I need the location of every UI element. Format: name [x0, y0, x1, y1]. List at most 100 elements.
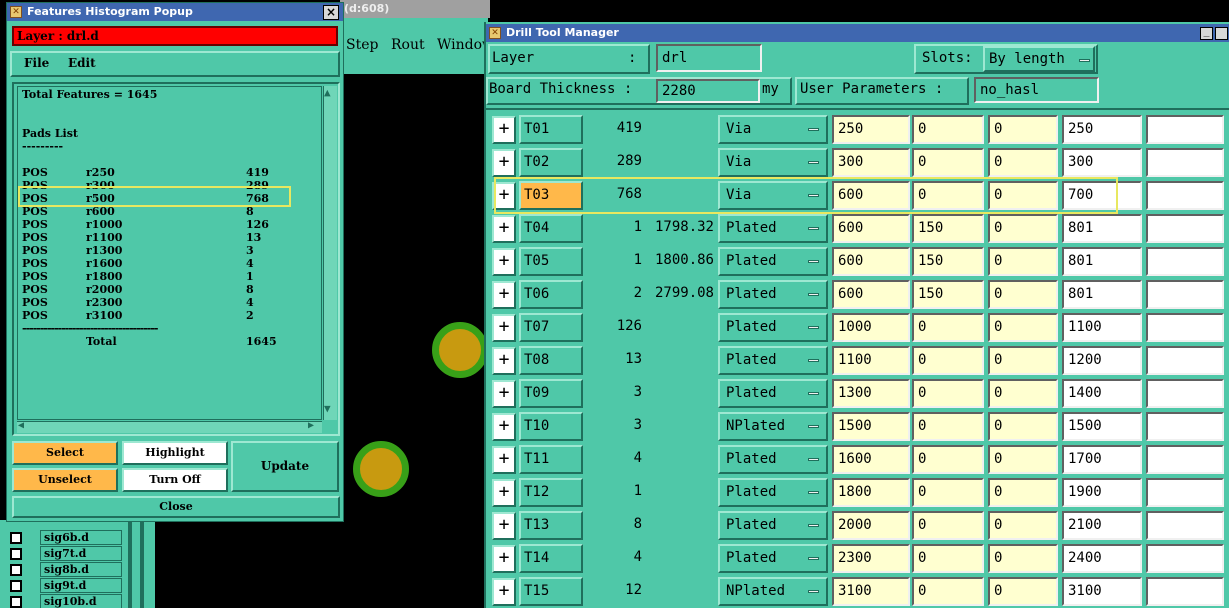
tool-tolerance-plus[interactable]: 0	[912, 544, 984, 573]
menu-file[interactable]: File	[24, 56, 49, 70]
layer-checkbox[interactable]	[10, 564, 22, 576]
tool-tolerance-plus[interactable]: 0	[912, 313, 984, 342]
histogram-horizontal-scrollbar[interactable]	[17, 421, 322, 433]
tool-name[interactable]: T06	[519, 280, 583, 309]
tool-name[interactable]: T02	[519, 148, 583, 177]
tool-drill-size[interactable]: 801	[1062, 280, 1142, 309]
tool-tolerance-minus[interactable]: 0	[988, 478, 1058, 507]
tool-finish-size[interactable]: 2000	[832, 511, 910, 540]
tool-drill-size[interactable]: 1900	[1062, 478, 1142, 507]
tool-extra-field[interactable]	[1146, 478, 1224, 507]
tool-tolerance-plus[interactable]: 0	[912, 346, 984, 375]
tool-tolerance-minus[interactable]: 0	[988, 313, 1058, 342]
window-menu-icon[interactable]: ✕	[10, 6, 22, 18]
layer-item[interactable]: sig7t.d	[40, 546, 122, 561]
layer-field[interactable]: drl	[656, 44, 762, 72]
layer-checkbox[interactable]	[10, 580, 22, 592]
scroll-up-icon[interactable]: ▲	[324, 86, 331, 99]
tool-drill-size[interactable]: 2400	[1062, 544, 1142, 573]
menu-edit[interactable]: Edit	[68, 56, 96, 70]
pads-list-row[interactable]: POS r3100 2	[22, 309, 296, 322]
pads-list-row[interactable]: POS r2300 4	[22, 296, 296, 309]
tool-tolerance-plus[interactable]: 150	[912, 214, 984, 243]
pads-list-row[interactable]: POS r1100 13	[22, 231, 296, 244]
tool-tolerance-plus[interactable]: 0	[912, 511, 984, 540]
tool-extra-field[interactable]	[1146, 115, 1224, 144]
unselect-button[interactable]: Unselect	[12, 468, 118, 492]
tool-drill-size[interactable]: 801	[1062, 247, 1142, 276]
tool-name[interactable]: T14	[519, 544, 583, 573]
tool-extra-field[interactable]	[1146, 181, 1224, 210]
histogram-close-icon[interactable]: ×	[323, 5, 339, 20]
tool-finish-size[interactable]: 3100	[832, 577, 910, 606]
tool-drill-size[interactable]: 3100	[1062, 577, 1142, 606]
tool-extra-field[interactable]	[1146, 280, 1224, 309]
tool-row-select-icon[interactable]: +	[492, 149, 516, 177]
tool-tolerance-plus[interactable]: 150	[912, 280, 984, 309]
layer-checkbox[interactable]	[10, 596, 22, 608]
layer-item[interactable]: sig6b.d	[40, 530, 122, 545]
tool-name[interactable]: T10	[519, 412, 583, 441]
tool-tolerance-plus[interactable]: 0	[912, 478, 984, 507]
tool-name[interactable]: T11	[519, 445, 583, 474]
pads-list-row[interactable]: POS r2000 8	[22, 283, 296, 296]
tool-finish-size[interactable]: 1600	[832, 445, 910, 474]
tool-finish-size[interactable]: 2300	[832, 544, 910, 573]
tool-name[interactable]: T07	[519, 313, 583, 342]
tool-drill-size[interactable]: 1500	[1062, 412, 1142, 441]
menu-rout[interactable]: Rout	[391, 37, 425, 53]
scroll-left-icon[interactable]: ◀	[18, 420, 24, 431]
tool-extra-field[interactable]	[1146, 511, 1224, 540]
tool-tolerance-plus[interactable]: 0	[912, 412, 984, 441]
tool-row-select-icon[interactable]: +	[492, 347, 516, 375]
tool-extra-field[interactable]	[1146, 313, 1224, 342]
tool-tolerance-minus[interactable]: 0	[988, 214, 1058, 243]
turn-off-button[interactable]: Turn Off	[122, 468, 228, 492]
tool-finish-size[interactable]: 600	[832, 247, 910, 276]
tool-finish-size[interactable]: 600	[832, 280, 910, 309]
tool-tolerance-minus[interactable]: 0	[988, 115, 1058, 144]
tool-finish-size[interactable]: 250	[832, 115, 910, 144]
tool-tolerance-minus[interactable]: 0	[988, 577, 1058, 606]
tool-finish-size[interactable]: 300	[832, 148, 910, 177]
maximize-icon[interactable]	[1215, 27, 1228, 40]
tool-row-select-icon[interactable]: +	[492, 248, 516, 276]
pads-list-row[interactable]: POS r250 419	[22, 166, 296, 179]
tool-drill-size[interactable]: 801	[1062, 214, 1142, 243]
update-button[interactable]: Update	[231, 441, 339, 492]
tool-extra-field[interactable]	[1146, 214, 1224, 243]
layer-checkbox[interactable]	[10, 532, 22, 544]
tool-extra-field[interactable]	[1146, 445, 1224, 474]
tool-finish-size[interactable]: 1500	[832, 412, 910, 441]
tool-extra-field[interactable]	[1146, 346, 1224, 375]
tool-tolerance-minus[interactable]: 0	[988, 346, 1058, 375]
tool-name[interactable]: T04	[519, 214, 583, 243]
tool-tolerance-plus[interactable]: 0	[912, 445, 984, 474]
tool-extra-field[interactable]	[1146, 544, 1224, 573]
histogram-titlebar[interactable]: ✕ Features Histogram Popup	[7, 3, 343, 21]
tool-finish-size[interactable]: 1000	[832, 313, 910, 342]
tool-tolerance-minus[interactable]: 0	[988, 445, 1058, 474]
tool-name[interactable]: T15	[519, 577, 583, 606]
tool-tolerance-plus[interactable]: 0	[912, 115, 984, 144]
user-params-field[interactable]: no_hasl	[974, 77, 1099, 103]
tool-extra-field[interactable]	[1146, 412, 1224, 441]
tool-tolerance-plus[interactable]: 0	[912, 577, 984, 606]
tool-row-select-icon[interactable]: +	[492, 578, 516, 606]
pads-list-row[interactable]: POS r1600 4	[22, 257, 296, 270]
tool-tolerance-minus[interactable]: 0	[988, 148, 1058, 177]
tool-extra-field[interactable]	[1146, 148, 1224, 177]
tool-row-select-icon[interactable]: +	[492, 314, 516, 342]
pads-list-row[interactable]: POS r1000 126	[22, 218, 296, 231]
tool-finish-size[interactable]: 600	[832, 214, 910, 243]
window-menu-icon[interactable]: ✕	[489, 27, 501, 39]
select-button[interactable]: Select	[12, 441, 118, 465]
scroll-right-icon[interactable]: ▶	[308, 420, 314, 431]
tool-tolerance-plus[interactable]: 0	[912, 148, 984, 177]
tool-extra-field[interactable]	[1146, 577, 1224, 606]
tool-row-select-icon[interactable]: +	[492, 446, 516, 474]
tool-row-select-icon[interactable]: +	[492, 512, 516, 540]
histogram-vertical-scrollbar[interactable]	[323, 86, 337, 420]
tool-name[interactable]: T13	[519, 511, 583, 540]
tool-tolerance-minus[interactable]: 0	[988, 544, 1058, 573]
